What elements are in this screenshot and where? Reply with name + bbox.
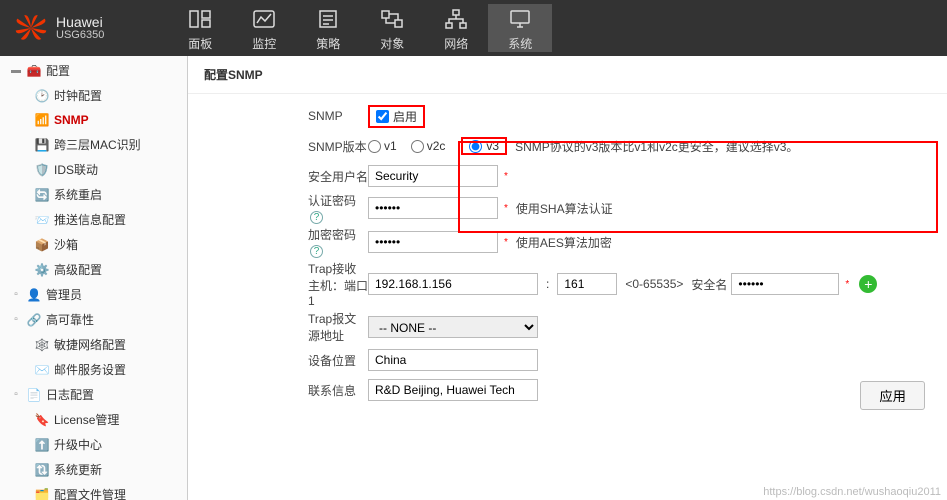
sidebar-item-agile[interactable]: 🕸️敏捷网络配置 xyxy=(0,332,187,357)
trap-src-select[interactable]: -- NONE -- xyxy=(368,316,538,338)
user-icon: 👤 xyxy=(26,287,42,303)
top-navbar: Huawei USG6350 面板 监控 策略 对象 网络 系统 xyxy=(0,0,947,56)
sidebar-item-push[interactable]: 📨推送信息配置 xyxy=(0,207,187,232)
sidebar-item-cfgfile[interactable]: 🗂️配置文件管理 xyxy=(0,482,187,500)
expand-icon[interactable]: ▫ xyxy=(10,314,22,325)
object-icon xyxy=(379,8,405,30)
brand-name: Huawei xyxy=(56,15,104,29)
push-icon: 📨 xyxy=(34,212,50,228)
policy-icon xyxy=(315,8,341,30)
enc-hint: 使用AES算法加密 xyxy=(516,234,612,251)
huawei-logo-icon xyxy=(14,13,48,43)
nav-object[interactable]: 对象 xyxy=(360,4,424,52)
sidebar-item-license[interactable]: 🔖License管理 xyxy=(0,407,187,432)
sidebar-item-restart[interactable]: 🔄系统重启 xyxy=(0,182,187,207)
content: 配置SNMP SNMP 启用 SNMP版本 v1 v2c v3 xyxy=(188,56,947,500)
sec-user-input[interactable] xyxy=(368,165,498,187)
required-icon: * xyxy=(504,203,508,214)
label-contact: 联系信息 xyxy=(208,382,368,399)
page-title: 配置SNMP xyxy=(188,56,947,94)
gear-icon: ⚙️ xyxy=(34,262,50,278)
sec-name-label: 安全名 xyxy=(691,276,727,293)
sidebar-item-sandbox[interactable]: 📦沙箱 xyxy=(0,232,187,257)
label-enc-pwd: 加密密码 xyxy=(308,228,356,242)
sidebar-item-clock[interactable]: 🕑时钟配置 xyxy=(0,83,187,108)
add-trap-button[interactable]: + xyxy=(859,275,877,293)
radio-v3[interactable] xyxy=(469,140,482,153)
enable-label: 启用 xyxy=(393,108,417,125)
sidebar-item-log[interactable]: ▫📄日志配置 xyxy=(0,382,187,407)
brand: Huawei USG6350 xyxy=(0,13,118,43)
sidebar-item-upgrade[interactable]: ⬆️升级中心 xyxy=(0,432,187,457)
nav-dashboard[interactable]: 面板 xyxy=(168,4,232,52)
nav-network[interactable]: 网络 xyxy=(424,4,488,52)
shield-icon: 🛡️ xyxy=(34,162,50,178)
sidebar-item-ha[interactable]: ▫🔗高可靠性 xyxy=(0,307,187,332)
enc-pwd-input[interactable] xyxy=(368,231,498,253)
trap-port-input[interactable] xyxy=(557,273,617,295)
label-location: 设备位置 xyxy=(208,352,368,369)
file-icon: 🗂️ xyxy=(34,487,50,500)
contact-input[interactable] xyxy=(368,379,538,401)
required-icon: * xyxy=(845,279,849,290)
v3-hint: SNMP协议的v3版本比v1和v2c更安全，建议选择v3。 xyxy=(515,138,798,155)
update-icon: 🔃 xyxy=(34,462,50,478)
sandbox-icon: 📦 xyxy=(34,237,50,253)
system-icon xyxy=(507,8,533,30)
sidebar-item-admin[interactable]: ▫👤管理员 xyxy=(0,282,187,307)
expand-icon[interactable]: ▫ xyxy=(10,389,22,400)
mail-icon: ✉️ xyxy=(34,362,50,378)
sidebar-item-mail[interactable]: ✉️邮件服务设置 xyxy=(0,357,187,382)
nav-policy[interactable]: 策略 xyxy=(296,4,360,52)
label-auth-pwd: 认证密码 xyxy=(308,194,356,208)
apply-button[interactable]: 应用 xyxy=(860,381,925,410)
label-version: SNMP版本 xyxy=(208,138,368,155)
required-icon: * xyxy=(504,171,508,182)
monitor-icon xyxy=(251,8,277,30)
brand-model: USG6350 xyxy=(56,29,104,41)
sidebar-item-ids[interactable]: 🛡️IDS联动 xyxy=(0,157,187,182)
ha-icon: 🔗 xyxy=(26,312,42,328)
restart-icon: 🔄 xyxy=(34,187,50,203)
expand-icon[interactable]: ▫ xyxy=(10,289,22,300)
help-icon[interactable]: ? xyxy=(310,245,323,258)
sidebar-item-advanced[interactable]: ⚙️高级配置 xyxy=(0,257,187,282)
nav-system[interactable]: 系统 xyxy=(488,4,552,52)
label-sec-user: 安全用户名 xyxy=(208,168,368,185)
sidebar-item-snmp[interactable]: 📶SNMP xyxy=(0,108,187,132)
sidebar-item-update[interactable]: 🔃系统更新 xyxy=(0,457,187,482)
required-icon: * xyxy=(504,237,508,248)
location-input[interactable] xyxy=(368,349,538,371)
label-snmp: SNMP xyxy=(208,109,368,123)
layers-icon: 💾 xyxy=(34,137,50,153)
help-icon[interactable]: ? xyxy=(310,211,323,224)
trap-host-input[interactable] xyxy=(368,273,538,295)
log-icon: 📄 xyxy=(26,387,42,403)
auth-pwd-input[interactable] xyxy=(368,197,498,219)
collapse-icon[interactable]: ▬ xyxy=(10,65,22,76)
radio-v1[interactable] xyxy=(368,140,381,153)
network-icon xyxy=(443,8,469,30)
clock-icon: 🕑 xyxy=(34,88,50,104)
dashboard-icon xyxy=(187,8,213,30)
trap-secname-input[interactable] xyxy=(731,273,839,295)
radio-v2c[interactable] xyxy=(411,140,424,153)
port-range: <0-65535> xyxy=(625,277,683,291)
license-icon: 🔖 xyxy=(34,412,50,428)
snmp-enable-checkbox[interactable] xyxy=(376,110,389,123)
label-trap-src: Trap报文源地址 xyxy=(208,310,368,344)
folder-icon: 🧰 xyxy=(26,63,42,79)
nav-monitor[interactable]: 监控 xyxy=(232,4,296,52)
upgrade-icon: ⬆️ xyxy=(34,437,50,453)
footer-link: https://blog.csdn.net/wushaoqiu2011 xyxy=(763,486,941,498)
label-trap-host: Trap接收主机：端口1 xyxy=(208,260,368,308)
sidebar: ▬ 🧰 配置 🕑时钟配置 📶SNMP 💾跨三层MAC识别 🛡️IDS联动 🔄系统… xyxy=(0,56,188,500)
sidebar-item-l3mac[interactable]: 💾跨三层MAC识别 xyxy=(0,132,187,157)
auth-hint: 使用SHA算法认证 xyxy=(516,200,613,217)
snmp-icon: 📶 xyxy=(34,112,50,128)
sidebar-item-config[interactable]: ▬ 🧰 配置 xyxy=(0,58,187,83)
agile-icon: 🕸️ xyxy=(34,337,50,353)
